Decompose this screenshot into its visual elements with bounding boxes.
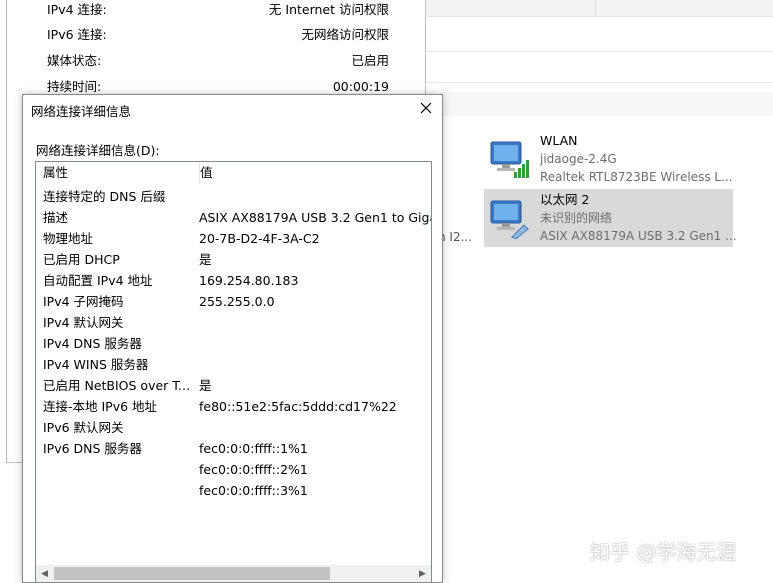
property-cell: 描述: [43, 210, 69, 225]
list-row[interactable]: IPv6 默认网关: [36, 417, 431, 438]
list-row[interactable]: 自动配置 IPv4 地址 169.254.80.183: [36, 270, 431, 291]
property-cell: IPv6 DNS 服务器: [43, 441, 142, 456]
status-key: 媒体状态:: [47, 53, 102, 68]
list-row[interactable]: 连接特定的 DNS 后缀: [36, 186, 431, 207]
adapter-device: Realtek RTL8723BE Wireless L...: [540, 170, 733, 184]
value-cell: 169.254.80.183: [199, 273, 299, 288]
status-key: IPv4 连接:: [47, 2, 107, 17]
value-cell: 255.255.0.0: [199, 294, 275, 309]
property-cell: IPv4 WINS 服务器: [43, 357, 149, 372]
list-row[interactable]: IPv4 DNS 服务器: [36, 333, 431, 354]
status-value: 已启用: [351, 53, 389, 68]
dialog-title: 网络连接详细信息: [31, 104, 132, 119]
scrollbar-thumb[interactable]: [54, 567, 330, 580]
column-header-value[interactable]: 值: [193, 162, 431, 184]
scroll-left-arrow-icon[interactable]: ◀: [36, 565, 53, 582]
adapter-name: WLAN: [540, 133, 578, 148]
status-row-ipv6: IPv6 连接: 无网络访问权限: [47, 25, 389, 45]
column-header-strip: [440, 92, 773, 116]
scroll-right-arrow-icon[interactable]: ▶: [414, 565, 431, 582]
value-cell: fe80::51e2:5fac:5ddd:cd17%22: [199, 399, 397, 414]
status-row-media: 媒体状态: 已启用: [47, 51, 389, 71]
property-cell: 物理地址: [43, 231, 94, 246]
details-list-label: 网络连接详细信息(D):: [36, 143, 160, 158]
value-cell: fec0:0:0:ffff::2%1: [199, 462, 308, 477]
adapter-name: 以太网 2: [540, 192, 590, 207]
property-cell: 连接-本地 IPv6 地址: [43, 399, 158, 414]
status-key: IPv6 连接:: [47, 27, 107, 42]
adapter-network: 未识别的网络: [540, 211, 613, 225]
list-row[interactable]: fec0:0:0:ffff::3%1: [36, 480, 431, 501]
list-header: 属性 值: [36, 162, 431, 184]
horizontal-scrollbar[interactable]: ◀ ▶: [36, 565, 431, 582]
status-value: 无 Internet 访问权限: [268, 2, 389, 17]
property-cell: 自动配置 IPv4 地址: [43, 273, 153, 288]
value-cell: 20-7B-D2-4F-3A-C2: [199, 231, 320, 246]
close-icon: [420, 102, 432, 117]
list-row[interactable]: IPv4 默认网关: [36, 312, 431, 333]
property-cell: IPv4 子网掩码: [43, 294, 124, 309]
watermark: 知乎 @学海无涯: [590, 540, 737, 564]
list-rows: 连接特定的 DNS 后缀 描述 ASIX AX88179A USB 3.2 Gen…: [36, 186, 431, 501]
adapter-device: ASIX AX88179A USB 3.2 Gen1 ...: [540, 229, 737, 243]
value-cell: 是: [199, 252, 212, 267]
list-row[interactable]: fec0:0:0:ffff::2%1: [36, 459, 431, 480]
top-bar-divider: [595, 0, 596, 16]
property-cell: 已启用 NetBIOS over Tc...: [43, 378, 193, 393]
adapter-text: WLAN jidaoge-2.4G Realtek RTL8723BE Wire…: [540, 132, 733, 186]
property-cell: IPv6 默认网关: [43, 420, 124, 435]
list-row[interactable]: 连接-本地 IPv6 地址 fe80::51e2:5fac:5ddd:cd17%2…: [36, 396, 431, 417]
toolbar-divider: [425, 82, 773, 83]
adapter-ethernet-2[interactable]: 以太网 2 未识别的网络 ASIX AX88179A USB 3.2 Gen1 …: [484, 189, 737, 247]
property-cell: IPv4 默认网关: [43, 315, 124, 330]
value-cell: fec0:0:0:ffff::1%1: [199, 441, 308, 456]
property-cell: IPv4 DNS 服务器: [43, 336, 142, 351]
list-row[interactable]: 已启用 NetBIOS over Tc... 是: [36, 375, 431, 396]
adapter-network: jidaoge-2.4G: [540, 152, 617, 166]
list-row[interactable]: 物理地址 20-7B-D2-4F-3A-C2: [36, 228, 431, 249]
close-button[interactable]: [410, 95, 442, 123]
wifi-adapter-icon: [488, 138, 532, 180]
value-cell: fec0:0:0:ffff::3%1: [199, 483, 308, 498]
list-row[interactable]: 已启用 DHCP 是: [36, 249, 431, 270]
list-row[interactable]: IPv6 DNS 服务器 fec0:0:0:ffff::1%1: [36, 438, 431, 459]
list-row[interactable]: IPv4 子网掩码 255.255.0.0: [36, 291, 431, 312]
property-cell: 已启用 DHCP: [43, 252, 120, 267]
list-row[interactable]: IPv4 WINS 服务器: [36, 354, 431, 375]
window-top-bar: [425, 0, 773, 17]
status-value: 无网络访问权限: [301, 27, 389, 42]
ethernet-adapter-icon: [488, 197, 532, 240]
toolbar-divider: [425, 51, 773, 52]
status-row-ipv4: IPv4 连接: 无 Internet 访问权限: [47, 0, 389, 20]
column-header-property[interactable]: 属性: [36, 162, 200, 184]
list-row[interactable]: 描述 ASIX AX88179A USB 3.2 Gen1 to Gigabi: [36, 207, 431, 228]
network-details-dialog: 网络连接详细信息 网络连接详细信息(D): 属性 值 连接特定的 DNS 后缀 …: [22, 94, 443, 583]
property-cell: 连接特定的 DNS 后缀: [43, 189, 166, 204]
value-cell: ASIX AX88179A USB 3.2 Gen1 to Gigabi: [199, 210, 431, 225]
partial-adapter-text: n I2...: [438, 230, 473, 244]
adapter-text: 以太网 2 未识别的网络 ASIX AX88179A USB 3.2 Gen1 …: [540, 191, 737, 245]
value-cell: 是: [199, 378, 212, 393]
adapter-wlan[interactable]: WLAN jidaoge-2.4G Realtek RTL8723BE Wire…: [484, 130, 733, 188]
details-list-view[interactable]: 属性 值 连接特定的 DNS 后缀 描述 ASIX AX88179A USB 3.…: [35, 161, 432, 583]
